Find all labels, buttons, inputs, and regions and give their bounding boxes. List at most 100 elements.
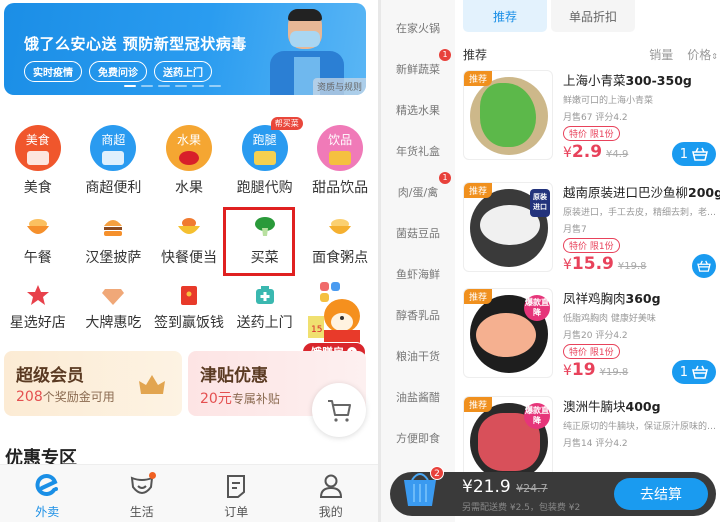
category-brand-deals[interactable]: 大牌惠吃 xyxy=(76,280,152,332)
sidebar-item-condiments[interactable]: 油盐酱醋 xyxy=(381,389,455,405)
notification-dot xyxy=(148,472,156,479)
sidebar-badge: 1 xyxy=(439,49,451,61)
diamond-icon xyxy=(102,289,125,305)
category-supermarket[interactable]: 商超 商超便利 xyxy=(76,125,152,197)
add-to-cart-button[interactable]: 1 xyxy=(671,360,716,384)
category-label: 签到赢饭钱 xyxy=(153,315,224,331)
sidebar-item-instant-food[interactable]: 方便即食 xyxy=(381,430,455,446)
sidebar-item-mushroom-tofu[interactable]: 菌菇豆品 xyxy=(381,225,455,241)
sort-by-price[interactable]: 价格⇕ xyxy=(687,46,718,63)
category-row-food: 午餐 汉堡披萨 快餐便当 买菜 面食粥点 xyxy=(0,212,378,267)
tab-discounts[interactable]: 单品折扣 xyxy=(551,0,635,32)
floating-cart-button[interactable] xyxy=(312,383,366,437)
banner-pill-medicine[interactable]: 送药上门 xyxy=(154,61,212,82)
cart-quantity: 1 xyxy=(679,364,688,380)
product-desc: 鲜嫩可口的上海小青菜 xyxy=(563,96,654,106)
cart-total: ¥21.9 ¥24.7 xyxy=(462,477,548,497)
product-info: 越南原装进口巴沙鱼柳200g 原装进口，手工去皮，精细去刺，老… 月售7 xyxy=(563,182,720,235)
product-price: ¥19 ¥19.8 xyxy=(563,360,629,380)
category-star-stores[interactable]: 星选好店 xyxy=(0,280,76,332)
product-price: ¥15.9 ¥19.8 xyxy=(563,254,647,274)
product-sales: 月售67 评分4.2 xyxy=(563,113,628,123)
category-noodles[interactable]: 面食粥点 xyxy=(302,212,378,267)
category-fastfood[interactable]: 快餐便当 xyxy=(151,212,227,267)
category-label: 商超便利 xyxy=(85,180,142,196)
category-label: 星选好店 xyxy=(9,315,66,331)
product-info: 上海小青菜300-350g 鲜嫩可口的上海小青菜 月售67 评分4.2 xyxy=(563,70,720,123)
add-to-cart-button[interactable] xyxy=(692,254,716,278)
list-header: 推荐 销量 价格⇕ xyxy=(463,46,718,63)
checkout-button[interactable]: 去结算 xyxy=(614,478,708,510)
product-desc: 原装进口，手工去皮，精细去刺，老… xyxy=(563,208,717,218)
sidebar-item-meat-egg[interactable]: 肉/蛋/禽 xyxy=(381,184,455,200)
product-name: 凤祥鸡胸肉360g xyxy=(563,291,661,306)
category-errand[interactable]: 跑腿 帮买菜 跑腿代购 xyxy=(227,117,303,197)
category-label: 水果 xyxy=(174,180,203,196)
product-price: ¥2.9 ¥4.9 xyxy=(563,142,629,162)
product-image: 推荐 原装进口 xyxy=(463,182,553,272)
category-medicine[interactable]: 送药上门 xyxy=(227,280,303,332)
tab-orders[interactable]: 订单 xyxy=(189,465,284,522)
supermarket-icon: 商超 xyxy=(90,125,137,171)
cart-bar[interactable]: 2 ¥21.9 ¥24.7 另需配送费 ¥2.5，包装费 ¥2 去结算 xyxy=(390,466,716,516)
category-lunch[interactable]: 午餐 xyxy=(0,212,76,267)
add-to-cart-button[interactable]: 1 xyxy=(671,142,716,166)
mascot-shiba-icon[interactable]: 15 xyxy=(300,280,372,346)
sidebar-item-fruit[interactable]: 精选水果 xyxy=(381,102,455,118)
promo-banner[interactable]: 饿了么安心送 预防新型冠状病毒 实时疫情 免费问诊 送药上门 资质与规则 xyxy=(4,3,366,95)
noodle-bowl-icon xyxy=(329,219,352,234)
super-member-card[interactable]: 超级会员 208个奖励金可用 xyxy=(4,351,182,416)
store-tabs: 推荐 单品折扣 xyxy=(463,0,635,32)
hot-deal-badge: 爆款直降 xyxy=(524,295,550,321)
product-info: 澳洲牛腩块400g 纯正原切的牛腩块，保证原汁原味的… 月售14 评分4.2 xyxy=(563,396,720,449)
category-label: 午餐 xyxy=(23,250,52,266)
category-burger[interactable]: 汉堡披萨 xyxy=(76,212,152,267)
tab-recommended[interactable]: 推荐 xyxy=(463,0,547,32)
limit-tag: 特价 限1份 xyxy=(563,126,620,141)
sidebar-item-grain-oil[interactable]: 粮油干货 xyxy=(381,348,455,364)
recommend-tag: 推荐 xyxy=(464,289,493,304)
recommend-tag: 推荐 xyxy=(464,397,493,412)
eleme-logo-icon xyxy=(35,474,59,496)
category-row-main: 美食 美食 商超 商超便利 水果 水果 跑腿 帮买菜 跑腿代购 饮品 甜品饮品 xyxy=(0,117,378,197)
sidebar-item-seafood[interactable]: 鱼虾海鲜 xyxy=(381,266,455,282)
product-card[interactable]: 推荐 爆款直降 凤祥鸡胸肉360g 低脂鸡胸肉 健康好美味 月售20 评分4.2… xyxy=(463,288,718,396)
product-name: 越南原装进口巴沙鱼柳200g xyxy=(563,185,720,200)
category-food[interactable]: 美食 美食 xyxy=(0,125,76,197)
limit-tag: 特价 限1份 xyxy=(563,344,620,359)
product-name: 澳洲牛腩块400g xyxy=(563,399,661,414)
sidebar-item-hotpot[interactable]: 在家火锅 xyxy=(381,20,455,36)
rules-link[interactable]: 资质与规则 xyxy=(312,78,366,95)
sidebar-item-vegetables[interactable]: 新鲜蔬菜 xyxy=(381,61,455,77)
bottom-tab-bar: 外卖 生活 订单 我的 xyxy=(0,464,378,522)
category-drinks[interactable]: 饮品 甜品饮品 xyxy=(302,125,378,197)
product-card[interactable]: 推荐 上海小青菜300-350g 鲜嫩可口的上海小青菜 月售67 评分4.2 特… xyxy=(463,70,718,178)
banner-pill-epidemic[interactable]: 实时疫情 xyxy=(24,61,82,82)
category-label: 快餐便当 xyxy=(160,250,217,266)
errand-icon: 跑腿 xyxy=(241,125,288,171)
banner-title: 饿了么安心送 预防新型冠状病毒 xyxy=(24,35,247,53)
category-label: 汉堡披萨 xyxy=(85,250,142,266)
promo-title: 津贴优惠 xyxy=(200,366,268,386)
sidebar-item-gift-box[interactable]: 年货礼盒 xyxy=(381,143,455,159)
sort-by-sales[interactable]: 销量 xyxy=(649,46,673,63)
drinks-icon: 饮品 xyxy=(317,125,364,171)
sidebar-item-dairy[interactable]: 醇香乳品 xyxy=(381,307,455,323)
order-list-icon xyxy=(227,475,246,498)
category-label: 面食粥点 xyxy=(312,250,369,266)
crown-icon xyxy=(139,375,165,394)
sort-options: 销量 价格⇕ xyxy=(649,46,718,63)
red-envelope-icon xyxy=(180,286,197,305)
fruit-icon: 水果 xyxy=(165,125,212,171)
banner-pill-consult[interactable]: 免费问诊 xyxy=(89,61,147,82)
tab-profile[interactable]: 我的 xyxy=(284,465,379,522)
category-fruit[interactable]: 水果 水果 xyxy=(151,125,227,197)
tab-takeout[interactable]: 外卖 xyxy=(0,465,95,522)
recommend-tag: 推荐 xyxy=(464,71,493,86)
product-image: 推荐 xyxy=(463,70,553,160)
category-checkin[interactable]: 签到赢饭钱 xyxy=(151,280,227,332)
medkit-icon xyxy=(255,286,274,304)
carousel-dots xyxy=(124,85,221,87)
product-card[interactable]: 推荐 原装进口 越南原装进口巴沙鱼柳200g 原装进口，手工去皮，精细去刺，老…… xyxy=(463,182,720,290)
tab-life[interactable]: 生活 xyxy=(95,465,190,522)
